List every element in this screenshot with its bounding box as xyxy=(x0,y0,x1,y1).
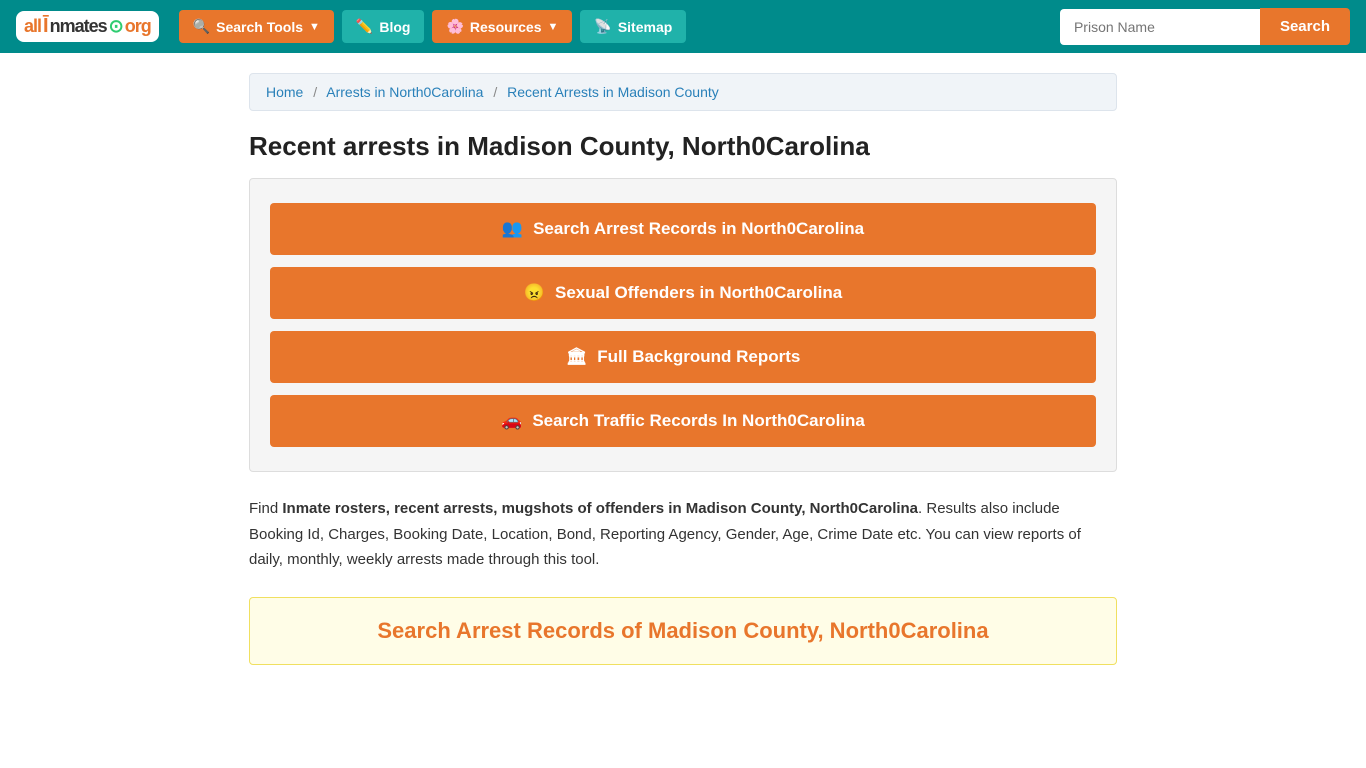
page-title: Recent arrests in Madison County, North0… xyxy=(249,131,1117,162)
resources-label: Resources xyxy=(470,19,542,35)
logo-dot: ⊙ xyxy=(109,16,123,37)
sex-offenders-icon: 😠 xyxy=(524,283,545,303)
bottom-search-box: Search Arrest Records of Madison County,… xyxy=(249,597,1117,665)
sex-offenders-button[interactable]: 😠 Sexual Offenders in North0Carolina xyxy=(270,267,1096,319)
description-prefix: Find xyxy=(249,500,282,517)
logo-inmates: nmates xyxy=(50,16,107,37)
main-nav: 🔍 Search Tools ▼ ✏️ Blog 🌸 Resources ▼ 📡… xyxy=(179,10,1048,43)
background-reports-label: Full Background Reports xyxy=(597,347,800,367)
prison-search-button[interactable]: Search xyxy=(1260,8,1350,45)
resources-button[interactable]: 🌸 Resources ▼ xyxy=(432,10,572,43)
resources-icon: 🌸 xyxy=(446,18,463,35)
main-content: Home / Arrests in North0Carolina / Recen… xyxy=(233,53,1133,685)
prison-search-label: Search xyxy=(1280,18,1330,35)
blog-button[interactable]: ✏️ Blog xyxy=(342,10,425,43)
logo-icon: Ī xyxy=(43,15,48,38)
description-bold: Inmate rosters, recent arrests, mugshots… xyxy=(282,500,918,517)
traffic-records-label: Search Traffic Records In North0Carolina xyxy=(532,411,865,431)
background-reports-button[interactable]: 🏛 Full Background Reports xyxy=(270,331,1096,383)
prison-search-area: Search xyxy=(1060,8,1350,45)
logo-org: org xyxy=(125,16,151,37)
blog-icon: ✏️ xyxy=(356,18,373,35)
search-tools-label: Search Tools xyxy=(216,19,303,35)
sex-offenders-label: Sexual Offenders in North0Carolina xyxy=(555,283,842,303)
breadcrumb: Home / Arrests in North0Carolina / Recen… xyxy=(249,73,1117,111)
background-reports-icon: 🏛 xyxy=(566,347,588,367)
sitemap-icon: 📡 xyxy=(594,18,611,35)
bottom-search-title: Search Arrest Records of Madison County,… xyxy=(270,618,1096,644)
action-buttons-card: 👥 Search Arrest Records in North0Carolin… xyxy=(249,178,1117,472)
prison-name-input[interactable] xyxy=(1060,9,1260,45)
traffic-records-icon: 🚗 xyxy=(501,411,522,431)
search-tools-icon: 🔍 xyxy=(193,18,210,35)
search-tools-button[interactable]: 🔍 Search Tools ▼ xyxy=(179,10,334,43)
breadcrumb-sep-1: / xyxy=(313,84,317,100)
sitemap-label: Sitemap xyxy=(618,19,672,35)
description-text: Find Inmate rosters, recent arrests, mug… xyxy=(249,496,1117,573)
header: allĪnmates⊙org 🔍 Search Tools ▼ ✏️ Blog … xyxy=(0,0,1366,53)
search-tools-chevron: ▼ xyxy=(309,21,320,33)
logo-all: all xyxy=(24,16,41,37)
breadcrumb-home[interactable]: Home xyxy=(266,84,303,100)
arrest-records-label: Search Arrest Records in North0Carolina xyxy=(533,219,864,239)
arrest-records-button[interactable]: 👥 Search Arrest Records in North0Carolin… xyxy=(270,203,1096,255)
resources-chevron: ▼ xyxy=(548,21,559,33)
arrest-records-icon: 👥 xyxy=(502,219,523,239)
logo[interactable]: allĪnmates⊙org xyxy=(16,11,159,42)
breadcrumb-current: Recent Arrests in Madison County xyxy=(507,84,719,100)
breadcrumb-arrests[interactable]: Arrests in North0Carolina xyxy=(326,84,483,100)
sitemap-button[interactable]: 📡 Sitemap xyxy=(580,10,686,43)
blog-label: Blog xyxy=(379,19,410,35)
breadcrumb-sep-2: / xyxy=(493,84,497,100)
traffic-records-button[interactable]: 🚗 Search Traffic Records In North0Caroli… xyxy=(270,395,1096,447)
